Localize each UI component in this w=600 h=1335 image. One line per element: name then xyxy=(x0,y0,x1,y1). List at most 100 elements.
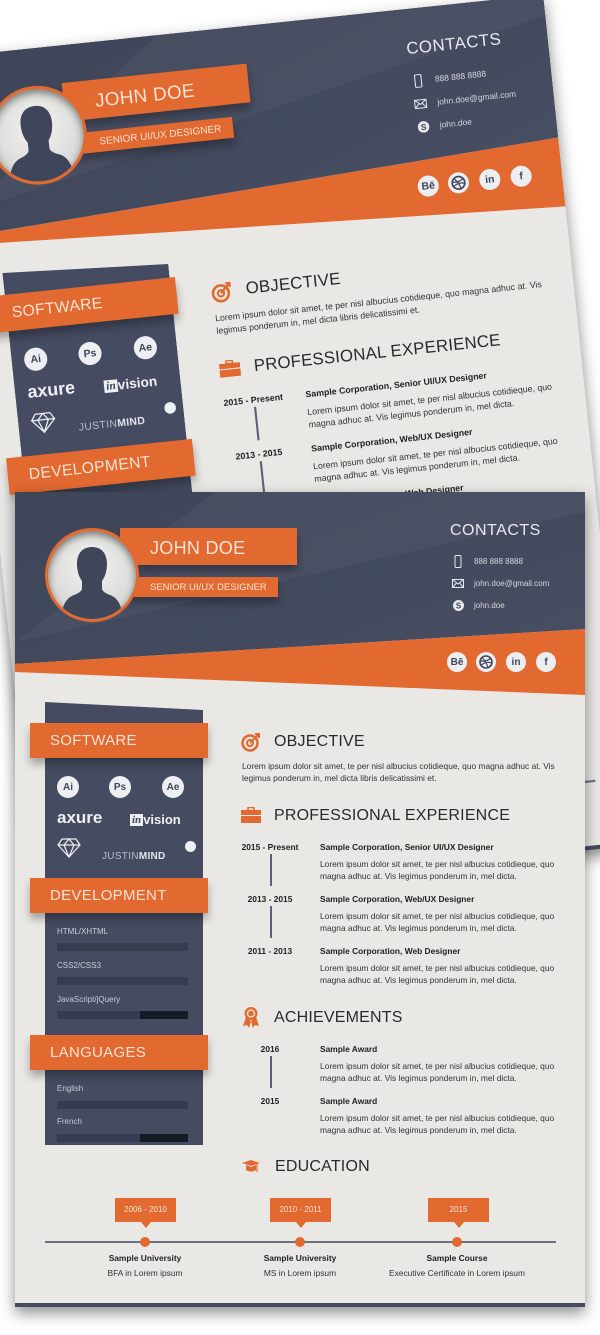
skype-icon: S xyxy=(452,599,464,611)
avatar xyxy=(45,528,139,622)
contacts-heading: CONTACTS xyxy=(450,522,541,539)
experience-text: Lorem ipsum dolor sit amet, te per nisl … xyxy=(320,859,555,881)
behance-icon[interactable]: Bē xyxy=(447,652,467,672)
language-bar-fill xyxy=(57,1134,140,1142)
experience-title: Sample Corporation, Senior UI/UX Designe… xyxy=(320,842,494,852)
graduation-cap-icon xyxy=(241,1159,261,1179)
objective-heading: OBJECTIVE xyxy=(244,270,342,298)
experience-date: 2011 - 2013 xyxy=(247,946,293,956)
photoshop-icon: Ps xyxy=(109,776,131,798)
after-effects-icon: Ae xyxy=(162,776,184,798)
sketch-icon xyxy=(57,838,81,863)
resume-sheet: JOHN DOE SENIOR UI/UX DESIGNER CONTACTS … xyxy=(15,492,585,1307)
development-heading: DEVELOPMENT xyxy=(30,878,208,913)
contact-skype: S john.doe xyxy=(452,599,505,611)
skill-bar-fill xyxy=(57,943,188,951)
education-date-box: 2010 - 2011 xyxy=(270,1198,331,1228)
achievement-date: 2015 xyxy=(260,1096,280,1106)
education-heading: EDUCATION xyxy=(275,1158,370,1175)
invision-logo-text: vision xyxy=(143,812,181,827)
experience-date: 2013 - 2015 xyxy=(247,894,293,904)
contact-text: 888 888 8888 xyxy=(474,556,523,566)
sidebar-panel xyxy=(45,702,203,1145)
briefcase-icon xyxy=(241,806,261,827)
language-bar-fill xyxy=(57,1101,188,1109)
skill-label: HTML/XHTML xyxy=(57,927,109,936)
sketch-icon xyxy=(30,411,58,440)
education-degree: Executive Certificate in Lorem ipsum xyxy=(389,1268,525,1278)
svg-text:S: S xyxy=(455,601,461,610)
experience-date: 2015 - Present xyxy=(241,842,299,852)
person-silhouette-icon xyxy=(9,105,77,189)
award-ribbon-icon xyxy=(241,1006,261,1028)
invision-logo: in vision xyxy=(130,812,181,827)
invision-logo-mark: in xyxy=(103,378,119,393)
experience-text: Lorem ipsum dolor sit amet, te per nisl … xyxy=(320,911,555,933)
achievement-text: Lorem ipsum dolor sit amet, te per nisl … xyxy=(320,1061,555,1083)
experience-text: Lorem ipsum dolor sit amet, te per nisl … xyxy=(320,963,555,985)
experience-title: Sample Corporation, Web Designer xyxy=(320,946,461,956)
achievement-title: Sample Award xyxy=(320,1096,378,1106)
objective-heading: OBJECTIVE xyxy=(274,733,365,750)
skill-bar-fill xyxy=(57,1011,140,1019)
achievement-text: Lorem ipsum dolor sit amet, te per nisl … xyxy=(320,1113,555,1135)
dribbble-icon[interactable] xyxy=(476,652,496,672)
achievement-date: 2016 xyxy=(260,1044,280,1054)
justinmind-dot-icon xyxy=(185,841,196,852)
justinmind-logo: JUSTINMIND xyxy=(102,851,166,862)
skill-bar xyxy=(57,943,188,951)
resume-mockup: JOHN DOE SENIOR UI/UX DESIGNER CONTACTS … xyxy=(0,0,600,1335)
skill-bar xyxy=(57,1011,188,1019)
job-title-banner: SENIOR UI/UX DESIGNER xyxy=(128,577,278,597)
timeline-dot xyxy=(295,1237,305,1247)
mail-icon xyxy=(452,577,464,589)
timeline-dot xyxy=(140,1237,150,1247)
timeline-line xyxy=(254,406,260,441)
phone-icon xyxy=(452,554,464,568)
contact-text: john.doe xyxy=(474,600,505,610)
skill-bar xyxy=(57,977,188,985)
timeline-line xyxy=(259,461,265,495)
timeline-line xyxy=(270,1056,272,1088)
education-date-box: 2015 xyxy=(428,1198,489,1228)
achievement-title: Sample Award xyxy=(320,1044,378,1054)
target-icon xyxy=(210,281,233,304)
invision-logo-mark: in xyxy=(130,813,144,826)
language-label: French xyxy=(57,1117,82,1126)
target-icon xyxy=(241,732,261,752)
linkedin-icon[interactable]: in xyxy=(506,652,526,672)
skill-label: JavaScript/jQuery xyxy=(57,995,121,1004)
axure-logo: axure xyxy=(57,808,103,827)
language-label: English xyxy=(57,1084,84,1093)
illustrator-icon: Ai xyxy=(57,776,79,798)
objective-text: Lorem ipsum dolor sit amet, te per nisl … xyxy=(242,761,555,783)
facebook-icon[interactable]: f xyxy=(536,652,556,672)
person-silhouette-icon xyxy=(60,547,124,619)
skill-bar-fill xyxy=(57,977,188,985)
contact-text: john.doe xyxy=(439,116,473,130)
education-name: Sample University xyxy=(263,1253,337,1263)
phone-icon xyxy=(411,73,425,88)
justinmind-logo-a: JUSTIN xyxy=(102,851,139,862)
language-bar xyxy=(57,1101,188,1109)
name-banner: JOHN DOE xyxy=(120,528,297,565)
software-heading: SOFTWARE xyxy=(30,723,208,758)
experience-title: Sample Corporation, Web/UX Designer xyxy=(320,894,475,904)
timeline-line xyxy=(270,906,272,938)
contact-phone: 888 888 8888 xyxy=(452,554,523,568)
timeline-line xyxy=(270,854,272,886)
skype-icon: S xyxy=(416,119,430,133)
education-name: Sample University xyxy=(108,1253,182,1263)
education-name: Sample Course xyxy=(426,1253,488,1263)
education-date-box: 2006 - 2010 xyxy=(115,1198,176,1228)
justinmind-logo-b: MIND xyxy=(138,851,166,862)
mail-icon xyxy=(413,96,428,110)
language-bar xyxy=(57,1134,188,1142)
achievements-heading: ACHIEVEMENTS xyxy=(274,1009,403,1026)
experience-heading: PROFESSIONAL EXPERIENCE xyxy=(274,807,511,824)
contact-text: john.doe@gmail.com xyxy=(474,578,550,588)
languages-heading: LANGUAGES xyxy=(30,1035,208,1070)
timeline-dot xyxy=(452,1237,462,1247)
experience-heading: PROFESSIONAL EXPERIENCE xyxy=(253,331,502,376)
skill-label: CSS2/CSS3 xyxy=(57,961,102,970)
